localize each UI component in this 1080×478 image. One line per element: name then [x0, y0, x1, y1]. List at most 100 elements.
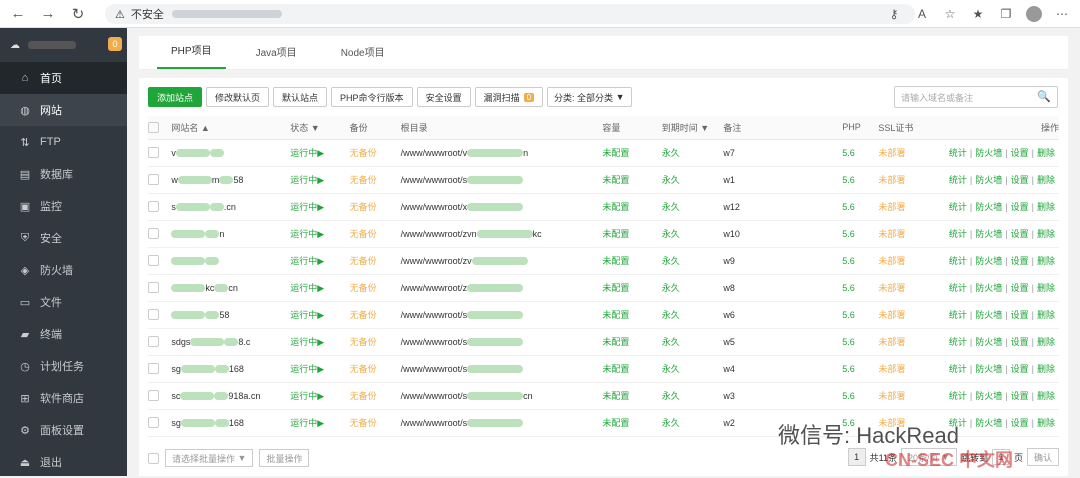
sidebar-item-3[interactable]: ▤ 数据库 — [0, 158, 127, 190]
php-version[interactable]: 5.6 — [842, 301, 879, 329]
sidebar-item-0[interactable]: ⌂ 首页 — [0, 62, 127, 94]
column-header-5[interactable]: 到期时间 ▼ — [661, 116, 724, 140]
settings-link[interactable]: 设置 — [1011, 364, 1029, 374]
row-checkbox[interactable] — [148, 255, 159, 267]
firewall-link[interactable]: 防火墙 — [975, 364, 1002, 374]
column-header-0[interactable]: 网站名 ▲ — [171, 116, 291, 140]
tab-node[interactable]: Node项目 — [327, 44, 399, 69]
ssl-status[interactable]: 未部署 — [878, 139, 942, 167]
security-button[interactable]: 安全设置 — [416, 87, 471, 107]
status-running[interactable]: 运行中▶ — [290, 328, 350, 356]
firewall-link[interactable]: 防火墙 — [975, 229, 1002, 239]
ssl-status[interactable]: 未部署 — [878, 274, 942, 302]
status-running[interactable]: 运行中▶ — [290, 220, 350, 248]
stats-link[interactable]: 统计 — [949, 283, 967, 293]
ssl-status[interactable]: 未部署 — [878, 382, 942, 410]
select-all-checkbox[interactable] — [148, 121, 159, 133]
ssl-status[interactable]: 未部署 — [878, 247, 942, 275]
row-checkbox[interactable] — [148, 282, 159, 294]
root-dir[interactable]: /www/wwwroot/s cn — [400, 382, 603, 410]
quota[interactable]: 未配置 — [602, 247, 662, 275]
delete-link[interactable]: 删除 — [1037, 256, 1055, 266]
site-name[interactable]: sg 168 — [171, 355, 291, 383]
collections-icon[interactable]: ❐ — [996, 4, 1016, 24]
status-running[interactable]: 运行中▶ — [290, 355, 350, 383]
site-name[interactable]: w m 58 — [171, 166, 291, 194]
settings-link[interactable]: 设置 — [1011, 310, 1029, 320]
site-name[interactable]: kc cn — [171, 274, 291, 302]
backup-link[interactable]: 无备份 — [349, 274, 401, 302]
status-running[interactable]: 运行中▶ — [290, 409, 350, 437]
site-name[interactable]: sg 168 — [171, 409, 291, 437]
sidebar-item-12[interactable]: ⏏ 退出 — [0, 446, 127, 478]
sidebar-item-4[interactable]: ▣ 监控 — [0, 190, 127, 222]
quota[interactable]: 未配置 — [602, 274, 662, 302]
expire-date[interactable]: 永久 — [661, 301, 724, 329]
firewall-link[interactable]: 防火墙 — [975, 391, 1002, 401]
batch-button[interactable]: 批量操作 — [259, 449, 310, 467]
expire-date[interactable]: 永久 — [661, 166, 724, 194]
php-version[interactable]: 5.6 — [842, 193, 879, 221]
status-running[interactable]: 运行中▶ — [290, 139, 350, 167]
forward-icon[interactable]: → — [36, 2, 60, 26]
status-running[interactable]: 运行中▶ — [290, 301, 350, 329]
note[interactable]: w10 — [723, 220, 843, 248]
note[interactable]: w7 — [723, 139, 843, 167]
tab-php[interactable]: PHP项目 — [157, 42, 226, 69]
root-dir[interactable]: /www/wwwroot/s — [400, 355, 603, 383]
settings-link[interactable]: 设置 — [1011, 283, 1029, 293]
row-checkbox[interactable] — [148, 336, 159, 348]
page-1[interactable]: 1 — [847, 448, 866, 466]
site-name[interactable]: sc 918a.cn — [171, 382, 291, 410]
root-dir[interactable]: /www/wwwroot/x — [400, 193, 603, 221]
row-checkbox[interactable] — [148, 174, 159, 186]
status-running[interactable]: 运行中▶ — [290, 382, 350, 410]
quota[interactable]: 未配置 — [602, 193, 662, 221]
backup-link[interactable]: 无备份 — [349, 193, 401, 221]
confirm-button[interactable]: 确认 — [1026, 448, 1059, 466]
note[interactable]: w4 — [723, 355, 843, 383]
tab-java[interactable]: Java项目 — [242, 44, 311, 69]
settings-link[interactable]: 设置 — [1011, 256, 1029, 266]
stats-link[interactable]: 统计 — [949, 175, 967, 185]
more-icon[interactable]: ⋯ — [1052, 4, 1072, 24]
favorite-icon[interactable]: ☆ — [940, 4, 960, 24]
php-version[interactable]: 5.6 — [842, 328, 879, 356]
backup-link[interactable]: 无备份 — [349, 355, 401, 383]
site-name[interactable] — [171, 247, 291, 275]
address-bar[interactable]: ⚠ 不安全 — [105, 4, 915, 24]
default-site-button[interactable]: 默认站点 — [273, 87, 328, 107]
php-version[interactable]: 5.6 — [842, 139, 879, 167]
reload-icon[interactable]: ↻ — [66, 2, 90, 26]
expire-date[interactable]: 永久 — [661, 328, 724, 356]
sidebar-item-9[interactable]: ◷ 计划任务 — [0, 350, 127, 382]
ssl-status[interactable]: 未部署 — [878, 328, 942, 356]
php-cli-button[interactable]: PHP命令行版本 — [331, 87, 413, 107]
settings-link[interactable]: 设置 — [1011, 202, 1029, 212]
stats-link[interactable]: 统计 — [949, 229, 967, 239]
sidebar-item-1[interactable]: ◍ 网站 — [0, 94, 127, 126]
expire-date[interactable]: 永久 — [661, 193, 724, 221]
settings-link[interactable]: 设置 — [1011, 229, 1029, 239]
expire-date[interactable]: 永久 — [661, 355, 724, 383]
php-version[interactable]: 5.6 — [842, 247, 879, 275]
root-dir[interactable]: /www/wwwroot/zv — [400, 247, 603, 275]
batch-select[interactable]: 请选择批量操作 ▼ — [165, 449, 254, 467]
firewall-link[interactable]: 防火墙 — [975, 256, 1002, 266]
firewall-link[interactable]: 防火墙 — [975, 337, 1002, 347]
status-running[interactable]: 运行中▶ — [290, 193, 350, 221]
stats-link[interactable]: 统计 — [949, 148, 967, 158]
key-icon[interactable]: ⚷ — [884, 4, 904, 24]
root-dir[interactable]: /www/wwwroot/z — [400, 274, 603, 302]
ssl-status[interactable]: 未部署 — [878, 220, 942, 248]
firewall-link[interactable]: 防火墙 — [975, 283, 1002, 293]
stats-link[interactable]: 统计 — [949, 337, 967, 347]
status-running[interactable]: 运行中▶ — [290, 274, 350, 302]
backup-link[interactable]: 无备份 — [349, 220, 401, 248]
note[interactable]: w3 — [723, 382, 843, 410]
php-version[interactable]: 5.6 — [842, 382, 879, 410]
quota[interactable]: 未配置 — [602, 166, 662, 194]
row-checkbox[interactable] — [148, 390, 159, 402]
expire-date[interactable]: 永久 — [661, 220, 724, 248]
sidebar-item-6[interactable]: ◈ 防火墙 — [0, 254, 127, 286]
